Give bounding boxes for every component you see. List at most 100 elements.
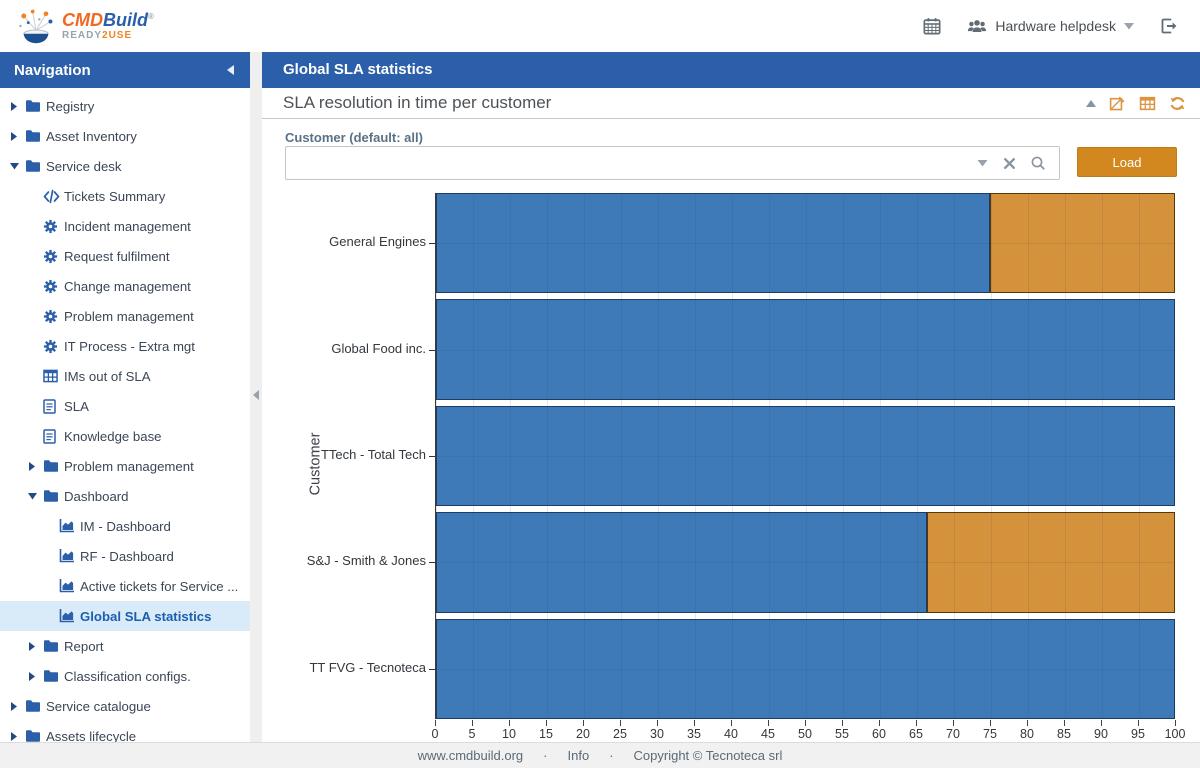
x-axis-label: 70 (946, 727, 960, 741)
gear-icon (43, 309, 64, 324)
sidebar-item-label: Asset Inventory (46, 129, 137, 144)
panel-collapse-button[interactable] (1086, 100, 1096, 107)
footer-separator: · (543, 748, 547, 763)
sidebar-item-label: Service catalogue (46, 699, 151, 714)
sidebar-item-label: Registry (46, 99, 94, 114)
sidebar-item-label: Global SLA statistics (80, 609, 211, 624)
table-view-icon[interactable] (1139, 95, 1156, 112)
sidebar-item-label: Problem management (64, 459, 194, 474)
calendar-icon[interactable] (923, 17, 941, 35)
bar-row-global-food-inc (436, 299, 1175, 399)
x-axis-label: 100 (1165, 727, 1186, 741)
folder-icon (25, 129, 46, 143)
sidebar-item-sla[interactable]: SLA (0, 391, 250, 421)
sidebar-item-tickets-summary[interactable]: Tickets Summary (0, 181, 250, 211)
bar-segment-series-blue (436, 299, 1175, 399)
caret-right-icon (10, 132, 25, 141)
sidebar-item-ims-out-of-sla[interactable]: IMs out of SLA (0, 361, 250, 391)
bar-segment-series-blue (436, 619, 1175, 719)
sidebar-item-label: Dashboard (64, 489, 129, 504)
sidebar-collapse-button[interactable] (227, 65, 234, 75)
sidebar-item-label: Knowledge base (64, 429, 162, 444)
chart-icon (59, 519, 80, 533)
folder-icon (43, 489, 64, 503)
brand-tagline: READY2USE (62, 31, 154, 41)
y-axis-tick (429, 456, 435, 457)
category-label-general-engines: General Engines (262, 234, 426, 249)
panel-title: SLA resolution in time per customer (262, 88, 551, 118)
sidebar-item-rf-dashboard[interactable]: RF - Dashboard (0, 541, 250, 571)
category-label-s-j-smith-jones: S&J - Smith & Jones (262, 553, 426, 568)
y-axis-tick (429, 669, 435, 670)
caret-right-icon (28, 462, 43, 471)
code-icon (43, 189, 64, 204)
bar-row-ttech-total-tech (436, 406, 1175, 506)
clear-chart-icon[interactable] (1109, 95, 1126, 112)
group-menu[interactable]: Hardware helpdesk (967, 17, 1134, 35)
splitter-collapse-handle[interactable] (253, 390, 259, 400)
chart-icon (59, 549, 80, 563)
folder-icon (25, 699, 46, 713)
sidebar-item-label: Classification configs. (64, 669, 191, 684)
sidebar-item-label: Service desk (46, 159, 122, 174)
logout-icon[interactable] (1160, 17, 1178, 35)
footer-link-cmdbuild[interactable]: www.cmdbuild.org (418, 748, 524, 763)
refresh-icon[interactable] (1169, 95, 1186, 112)
sidebar-item-label: Problem management (64, 309, 194, 324)
sidebar-item-change-management[interactable]: Change management (0, 271, 250, 301)
bar-row-s-j-smith-jones (436, 512, 1175, 612)
sidebar-item-registry[interactable]: Registry (0, 91, 250, 121)
sidebar-item-dashboard[interactable]: Dashboard (0, 481, 250, 511)
sidebar-item-report[interactable]: Report (0, 631, 250, 661)
category-label-global-food-inc: Global Food inc. (262, 341, 426, 356)
footer: www.cmdbuild.org · Info · Copyright © Te… (0, 742, 1200, 768)
x-axis-label: 90 (1094, 727, 1108, 741)
sidebar-item-assets-lifecycle[interactable]: Assets lifecycle (0, 721, 250, 742)
sidebar-item-incident-management[interactable]: Incident management (0, 211, 250, 241)
splitter[interactable] (250, 52, 262, 742)
page-title-bar: Global SLA statistics (262, 52, 1200, 88)
caret-right-icon (28, 672, 43, 681)
sidebar-item-asset-inventory[interactable]: Asset Inventory (0, 121, 250, 151)
sidebar-item-service-desk[interactable]: Service desk (0, 151, 250, 181)
y-axis-tick (429, 350, 435, 351)
x-axis-label: 5 (469, 727, 476, 741)
sidebar-item-im-dashboard[interactable]: IM - Dashboard (0, 511, 250, 541)
chart-icon (59, 609, 80, 623)
folder-icon (43, 459, 64, 473)
table-icon (43, 369, 64, 383)
sidebar-item-it-process-extra-mgt[interactable]: IT Process - Extra mgt (0, 331, 250, 361)
y-axis-tick (429, 562, 435, 563)
x-axis-label: 50 (798, 727, 812, 741)
chevron-down-icon (1124, 23, 1134, 30)
folder-icon (25, 729, 46, 742)
sidebar-item-service-catalogue[interactable]: Service catalogue (0, 691, 250, 721)
sidebar-item-knowledge-base[interactable]: Knowledge base (0, 421, 250, 451)
sidebar-item-request-fulfilment[interactable]: Request fulfilment (0, 241, 250, 271)
bar-row-tt-fvg-tecnoteca (436, 619, 1175, 719)
caret-down-icon (10, 162, 25, 170)
x-axis-label: 35 (687, 727, 701, 741)
page-title: Global SLA statistics (283, 61, 432, 78)
cmdbuild-logo: CMDBuild® READY2USE (16, 6, 154, 46)
sidebar-item-classification-configs[interactable]: Classification configs. (0, 661, 250, 691)
sidebar-item-problem-management[interactable]: Problem management (0, 451, 250, 481)
sidebar-item-global-sla-statistics[interactable]: Global SLA statistics (0, 601, 250, 631)
y-axis-tick (429, 243, 435, 244)
footer-link-info[interactable]: Info (568, 748, 590, 763)
chart-y-axis-label: Customer (307, 433, 323, 496)
sidebar-item-active-tickets-for-service[interactable]: Active tickets for Service ... (0, 571, 250, 601)
bar-segment-series-blue (436, 512, 927, 612)
cmdbuild-logo-icon (16, 6, 56, 46)
footer-copyright: Copyright © Tecnoteca srl (634, 748, 783, 763)
gear-icon (43, 279, 64, 294)
sidebar-item-label: Tickets Summary (64, 189, 165, 204)
dashboard: Customer (default: all) Load Customer Ge… (262, 119, 1200, 742)
x-axis-label: 60 (872, 727, 886, 741)
x-axis-label: 80 (1020, 727, 1034, 741)
category-label-ttech-total-tech: TTech - Total Tech (262, 447, 426, 462)
sidebar-item-problem-management[interactable]: Problem management (0, 301, 250, 331)
gear-icon (43, 339, 64, 354)
sidebar-item-label: Report (64, 639, 104, 654)
panel-header: SLA resolution in time per customer (262, 88, 1200, 119)
